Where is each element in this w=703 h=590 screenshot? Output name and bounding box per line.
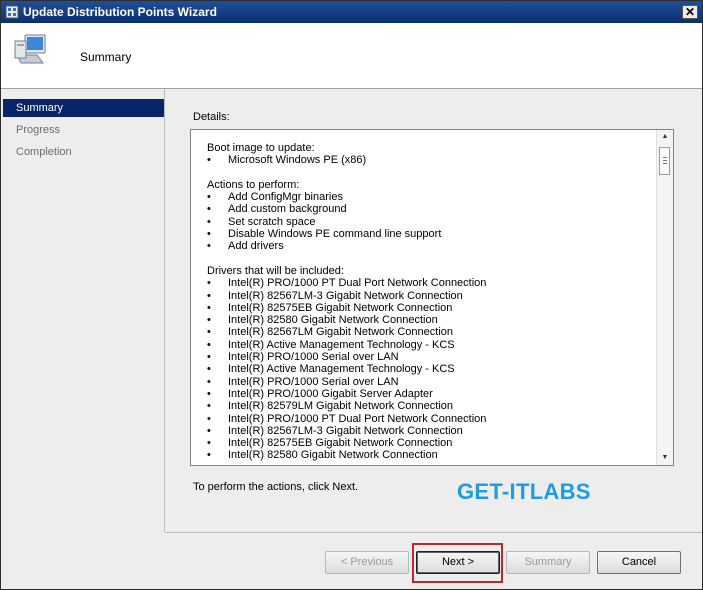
list-item-text: Intel(R) Active Management Technology - … — [228, 338, 455, 351]
wizard-header: Summary — [1, 23, 702, 89]
bullet-icon: • — [207, 314, 211, 327]
scroll-up-arrow-icon[interactable]: ▲ — [659, 131, 671, 143]
close-button[interactable]: ✕ — [682, 5, 698, 19]
bullet-icon: • — [207, 240, 211, 253]
bullet-icon: • — [207, 215, 211, 228]
watermark-text: GET-ITLABS — [457, 479, 591, 504]
list-item-text: Intel(R) 82567LM-3 Gigabit Network Conne… — [228, 424, 463, 437]
bullet-icon: • — [207, 289, 211, 302]
bullet-icon: • — [207, 277, 211, 290]
list-item: • Intel(R) 82567LM-3 Gigabit Network Conn… — [207, 290, 647, 302]
nav-divider — [164, 89, 165, 532]
list-item: • Intel(R) 82579LM Gigabit Network Connec… — [207, 400, 647, 412]
list-item: • Add ConfigMgr binaries — [207, 191, 647, 203]
bullet-icon: • — [207, 449, 211, 462]
list-item-text: Set scratch space — [228, 215, 316, 228]
header-title: Summary — [80, 50, 132, 64]
list-item: • Intel(R) Active Management Technology -… — [207, 363, 647, 375]
list-item: • Add custom background — [207, 203, 647, 215]
details-content: Boot image to update: • Microsoft Windows… — [207, 142, 647, 462]
scroll-down-arrow-icon[interactable]: ▼ — [659, 452, 671, 464]
list-item: • Intel(R) PRO/1000 Serial over LAN — [207, 351, 647, 363]
bullet-icon: • — [207, 387, 211, 400]
list-item: • Intel(R) PRO/1000 PT Dual Port Network … — [207, 413, 647, 425]
nav-item-completion[interactable]: Completion — [3, 143, 164, 161]
nav-item-progress[interactable]: Progress — [3, 121, 164, 139]
bullet-icon: • — [207, 154, 211, 167]
bullet-icon: • — [207, 338, 211, 351]
bullet-icon: • — [207, 191, 211, 204]
list-item: • Set scratch space — [207, 216, 647, 228]
list-item-text: Disable Windows PE command line support — [228, 228, 442, 241]
list-item-text: Intel(R) PRO/1000 PT Dual Port Network C… — [228, 277, 487, 290]
list-item-text: Intel(R) 82580 Gigabit Network Connectio… — [228, 449, 438, 462]
bullet-icon: • — [207, 437, 211, 450]
list-item: • Intel(R) Active Management Technology -… — [207, 339, 647, 351]
bullet-icon: • — [207, 301, 211, 314]
list-item-text: Intel(R) Active Management Technology - … — [228, 363, 455, 376]
list-item-text: Intel(R) PRO/1000 Serial over LAN — [228, 375, 399, 388]
boot-image-list: • Microsoft Windows PE (x86) — [207, 154, 647, 166]
scroll-thumb[interactable] — [659, 147, 670, 175]
bullet-icon: • — [207, 203, 211, 216]
title-bar[interactable]: Update Distribution Points Wizard ✕ — [1, 1, 702, 23]
wizard-app-icon — [5, 5, 19, 19]
list-item: • Microsoft Windows PE (x86) — [207, 154, 647, 166]
list-item: • Intel(R) PRO/1000 Gigabit Server Adapte… — [207, 388, 647, 400]
wizard-step-nav: Summary Progress Completion — [3, 99, 165, 589]
computer-icon — [14, 34, 46, 64]
list-item-text: Add drivers — [228, 240, 284, 253]
bullet-icon: • — [207, 363, 211, 376]
previous-button[interactable]: < Previous — [325, 551, 409, 574]
list-item: • Intel(R) PRO/1000 PT Dual Port Network … — [207, 277, 647, 289]
cancel-button[interactable]: Cancel — [597, 551, 681, 574]
details-textbox[interactable]: Boot image to update: • Microsoft Windows… — [190, 129, 674, 466]
list-item-text: Add ConfigMgr binaries — [228, 191, 343, 204]
boot-image-heading: Boot image to update: — [207, 142, 315, 154]
list-item: • Intel(R) 82567LM-3 Gigabit Network Conn… — [207, 425, 647, 437]
list-item-text: Intel(R) PRO/1000 Gigabit Server Adapter — [228, 387, 433, 400]
list-item: • Disable Windows PE command line support — [207, 228, 647, 240]
list-item-text: Intel(R) 82575EB Gigabit Network Connect… — [228, 437, 453, 450]
bullet-icon: • — [207, 228, 211, 241]
list-item: • Intel(R) 82580 Gigabit Network Connecti… — [207, 449, 647, 461]
list-item: • Intel(R) 82575EB Gigabit Network Connec… — [207, 437, 647, 449]
list-item-text: Intel(R) PRO/1000 Serial over LAN — [228, 351, 399, 364]
list-item: • Add drivers — [207, 240, 647, 252]
list-item-text: Intel(R) 82580 Gigabit Network Connectio… — [228, 314, 438, 327]
bullet-icon: • — [207, 351, 211, 364]
actions-list: • Add ConfigMgr binaries • Add custom backg… — [207, 191, 647, 252]
list-item: • Intel(R) 82575EB Gigabit Network Connec… — [207, 302, 647, 314]
list-item-text: Intel(R) 82567LM-3 Gigabit Network Conne… — [228, 289, 463, 302]
list-item-text: Add custom background — [228, 203, 347, 216]
close-icon: ✕ — [684, 5, 696, 19]
actions-heading: Actions to perform: — [207, 178, 300, 191]
nav-item-summary[interactable]: Summary — [3, 99, 164, 117]
list-item-text: Intel(R) 82579LM Gigabit Network Connect… — [228, 400, 454, 413]
window-title: Update Distribution Points Wizard — [23, 5, 217, 19]
list-item: • Intel(R) 82580 Gigabit Network Connecti… — [207, 314, 647, 326]
details-label: Details: — [193, 111, 230, 123]
list-item: • Intel(R) 82567LM Gigabit Network Connec… — [207, 326, 647, 338]
bullet-icon: • — [207, 412, 211, 425]
next-button[interactable]: Next > — [416, 551, 500, 574]
bullet-icon: • — [207, 400, 211, 413]
button-divider — [165, 532, 702, 533]
list-item: • Intel(R) PRO/1000 Serial over LAN — [207, 376, 647, 388]
drivers-list: • Intel(R) PRO/1000 PT Dual Port Network … — [207, 277, 647, 461]
bullet-icon: • — [207, 424, 211, 437]
list-item-text: Intel(R) PRO/1000 PT Dual Port Network C… — [228, 412, 487, 425]
drivers-heading: Drivers that will be included: — [207, 264, 344, 277]
list-item-text: Intel(R) 82567LM Gigabit Network Connect… — [228, 326, 454, 339]
details-scrollbar[interactable]: ▲ ▼ — [656, 130, 673, 465]
list-item-text: Intel(R) 82575EB Gigabit Network Connect… — [228, 301, 453, 314]
list-item-text: Microsoft Windows PE (x86) — [228, 154, 367, 167]
instruction-text: To perform the actions, click Next. — [193, 481, 359, 493]
bullet-icon: • — [207, 375, 211, 388]
wizard-window: Update Distribution Points Wizard ✕ Summ… — [0, 0, 703, 590]
bullet-icon: • — [207, 326, 211, 339]
summary-button[interactable]: Summary — [506, 551, 590, 574]
